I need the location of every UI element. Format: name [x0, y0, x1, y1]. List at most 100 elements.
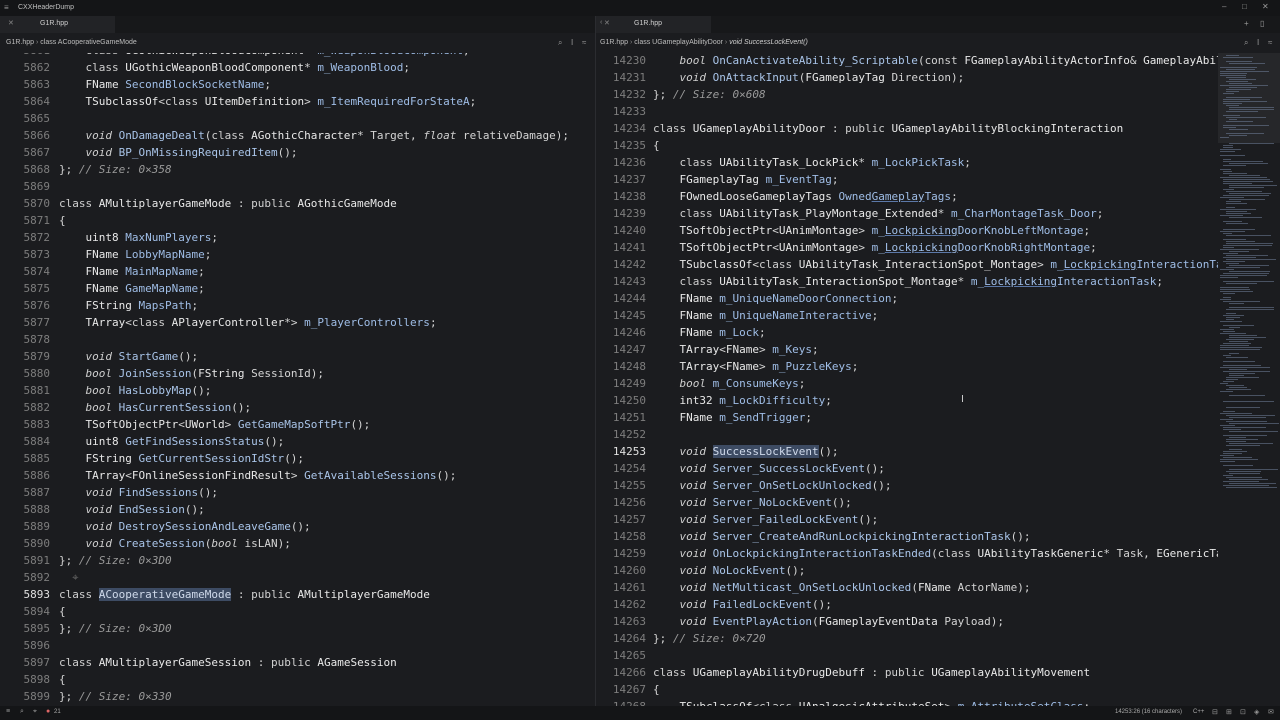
right-editor[interactable]: 14230 bool OnCanActivateAbility_Scriptab…: [596, 53, 1218, 706]
breadcrumb-symbol[interactable]: class ACooperativeGameMode: [40, 39, 137, 46]
minimap-line: [1229, 187, 1264, 188]
minimap-line: [1223, 245, 1272, 246]
cursor-icon[interactable]: I: [1257, 38, 1259, 47]
minimap-line: [1223, 315, 1244, 316]
minimap-line: [1229, 79, 1256, 80]
minimap-line: [1223, 281, 1274, 282]
search-icon[interactable]: ⌕: [1244, 38, 1248, 48]
minimap-line: [1229, 373, 1255, 374]
close-tab-icon[interactable]: ✕: [8, 19, 14, 27]
minimap-line: [1229, 307, 1274, 308]
minimap-line: [1226, 379, 1238, 380]
hamburger-icon[interactable]: ≡: [4, 3, 9, 12]
minimize-icon[interactable]: –: [1222, 2, 1226, 11]
minimap-line: [1226, 211, 1247, 212]
close-tab-icon[interactable]: ✕: [604, 19, 610, 27]
minimap-line: [1229, 119, 1237, 120]
language-mode[interactable]: C++: [1193, 709, 1204, 715]
cursor-position[interactable]: 14253:26 (16 characters): [1115, 709, 1182, 715]
close-icon[interactable]: ✕: [1262, 2, 1269, 11]
left-editor[interactable]: 5861 class UGothicWeaponBloodComponent* …: [0, 53, 595, 706]
minimap-line: [1223, 239, 1246, 240]
minimap-line: [1229, 143, 1274, 144]
minimap-line: [1226, 357, 1248, 358]
bell-icon[interactable]: ◈: [1254, 708, 1259, 716]
minimap-line: [1229, 265, 1269, 266]
minimap-line: [1226, 385, 1244, 386]
minimap-line: [1226, 263, 1239, 264]
minimap-line: [1220, 277, 1238, 278]
tab-label: G1R.hpp: [40, 20, 69, 27]
breadcrumb-file[interactable]: G1R.hpp: [600, 39, 628, 46]
title-bar: ≡ CXXHeaderDump – □ ✕: [0, 0, 1280, 16]
breadcrumb-file[interactable]: G1R.hpp: [6, 39, 34, 46]
minimap-line: [1226, 319, 1234, 320]
problems-count[interactable]: 21: [54, 709, 61, 715]
minimap-line: [1226, 259, 1276, 260]
minimap-line: [1223, 361, 1255, 362]
search-icon[interactable]: ⌕: [558, 38, 562, 48]
tab-g1r-left[interactable]: ✕ G1R.hpp: [0, 16, 115, 34]
new-tab-icon[interactable]: +: [1244, 19, 1249, 28]
minimap-line: [1226, 377, 1259, 378]
chevron-left-icon[interactable]: ‹: [600, 19, 602, 26]
minimap-line: [1220, 333, 1246, 334]
debug-icon[interactable]: ⌖: [33, 708, 37, 716]
tab-label: G1R.hpp: [634, 20, 663, 27]
minimap-line: [1220, 177, 1267, 178]
breadcrumb[interactable]: G1R.hpp › class ACooperativeGameMode: [6, 39, 137, 46]
minimap-line: [1220, 329, 1234, 330]
minimap-line: [1226, 317, 1240, 318]
breadcrumb-class[interactable]: class UGameplayAbilityDoor: [634, 39, 723, 46]
minimap-line: [1229, 135, 1247, 136]
breadcrumb-symbol[interactable]: void SuccessLockEvent(): [729, 39, 808, 46]
minimap-line: [1226, 121, 1253, 122]
search-icon[interactable]: ⌕: [20, 708, 24, 716]
minimap-line: [1220, 71, 1269, 72]
minimap-line: [1223, 365, 1261, 366]
minimap-line: [1223, 481, 1259, 482]
encoding-icon[interactable]: ⊡: [1240, 708, 1246, 716]
minimap-line: [1223, 145, 1233, 146]
minimap-line: [1229, 369, 1247, 370]
minimap-line: [1220, 349, 1260, 350]
minimap-line: [1229, 107, 1274, 108]
minimap-line: [1229, 217, 1262, 218]
split-icon[interactable]: ▯: [1260, 19, 1264, 28]
settings-icon[interactable]: ≈: [582, 38, 586, 47]
error-icon[interactable]: ●: [46, 708, 50, 715]
minimap[interactable]: [1218, 53, 1280, 706]
minimap-line: [1226, 267, 1260, 268]
minimap-line: [1223, 125, 1269, 126]
notification-icon[interactable]: ✉: [1268, 708, 1274, 716]
minimap-line: [1229, 251, 1249, 252]
settings-icon[interactable]: ≈: [1268, 38, 1272, 47]
minimap-line: [1229, 193, 1271, 194]
breadcrumb[interactable]: G1R.hpp › class UGameplayAbilityDoor › v…: [600, 39, 808, 46]
right-tab-bar: ‹ ✕ G1R.hpp + ▯: [596, 16, 1280, 34]
minimap-line: [1220, 345, 1249, 346]
minimap-line: [1229, 443, 1273, 444]
left-tab-bar: ✕ G1R.hpp: [0, 16, 595, 34]
minimap-line: [1226, 471, 1261, 472]
minimap-line: [1223, 301, 1260, 302]
minimap-line: [1226, 487, 1277, 488]
tab-g1r-right[interactable]: ‹ ✕ G1R.hpp: [596, 16, 711, 34]
minimap-line: [1220, 321, 1242, 322]
maximize-icon[interactable]: □: [1242, 2, 1247, 11]
minimap-line: [1226, 97, 1262, 98]
text-cursor-icon: I: [961, 394, 964, 405]
layout-icon[interactable]: ⊞: [1226, 708, 1232, 716]
minimap-line: [1229, 479, 1268, 480]
minimap-line: [1220, 151, 1235, 152]
menu-icon[interactable]: ≡: [6, 708, 10, 715]
window-title: CXXHeaderDump: [18, 4, 75, 11]
indent-icon[interactable]: ⊟: [1212, 708, 1218, 716]
minimap-line: [1220, 149, 1241, 150]
minimap-line: [1226, 235, 1271, 236]
minimap-line: [1229, 129, 1248, 130]
cursor-icon[interactable]: I: [571, 38, 573, 47]
minimap-line: [1229, 423, 1279, 424]
minimap-line: [1223, 401, 1274, 402]
minimap-line: [1223, 183, 1252, 184]
